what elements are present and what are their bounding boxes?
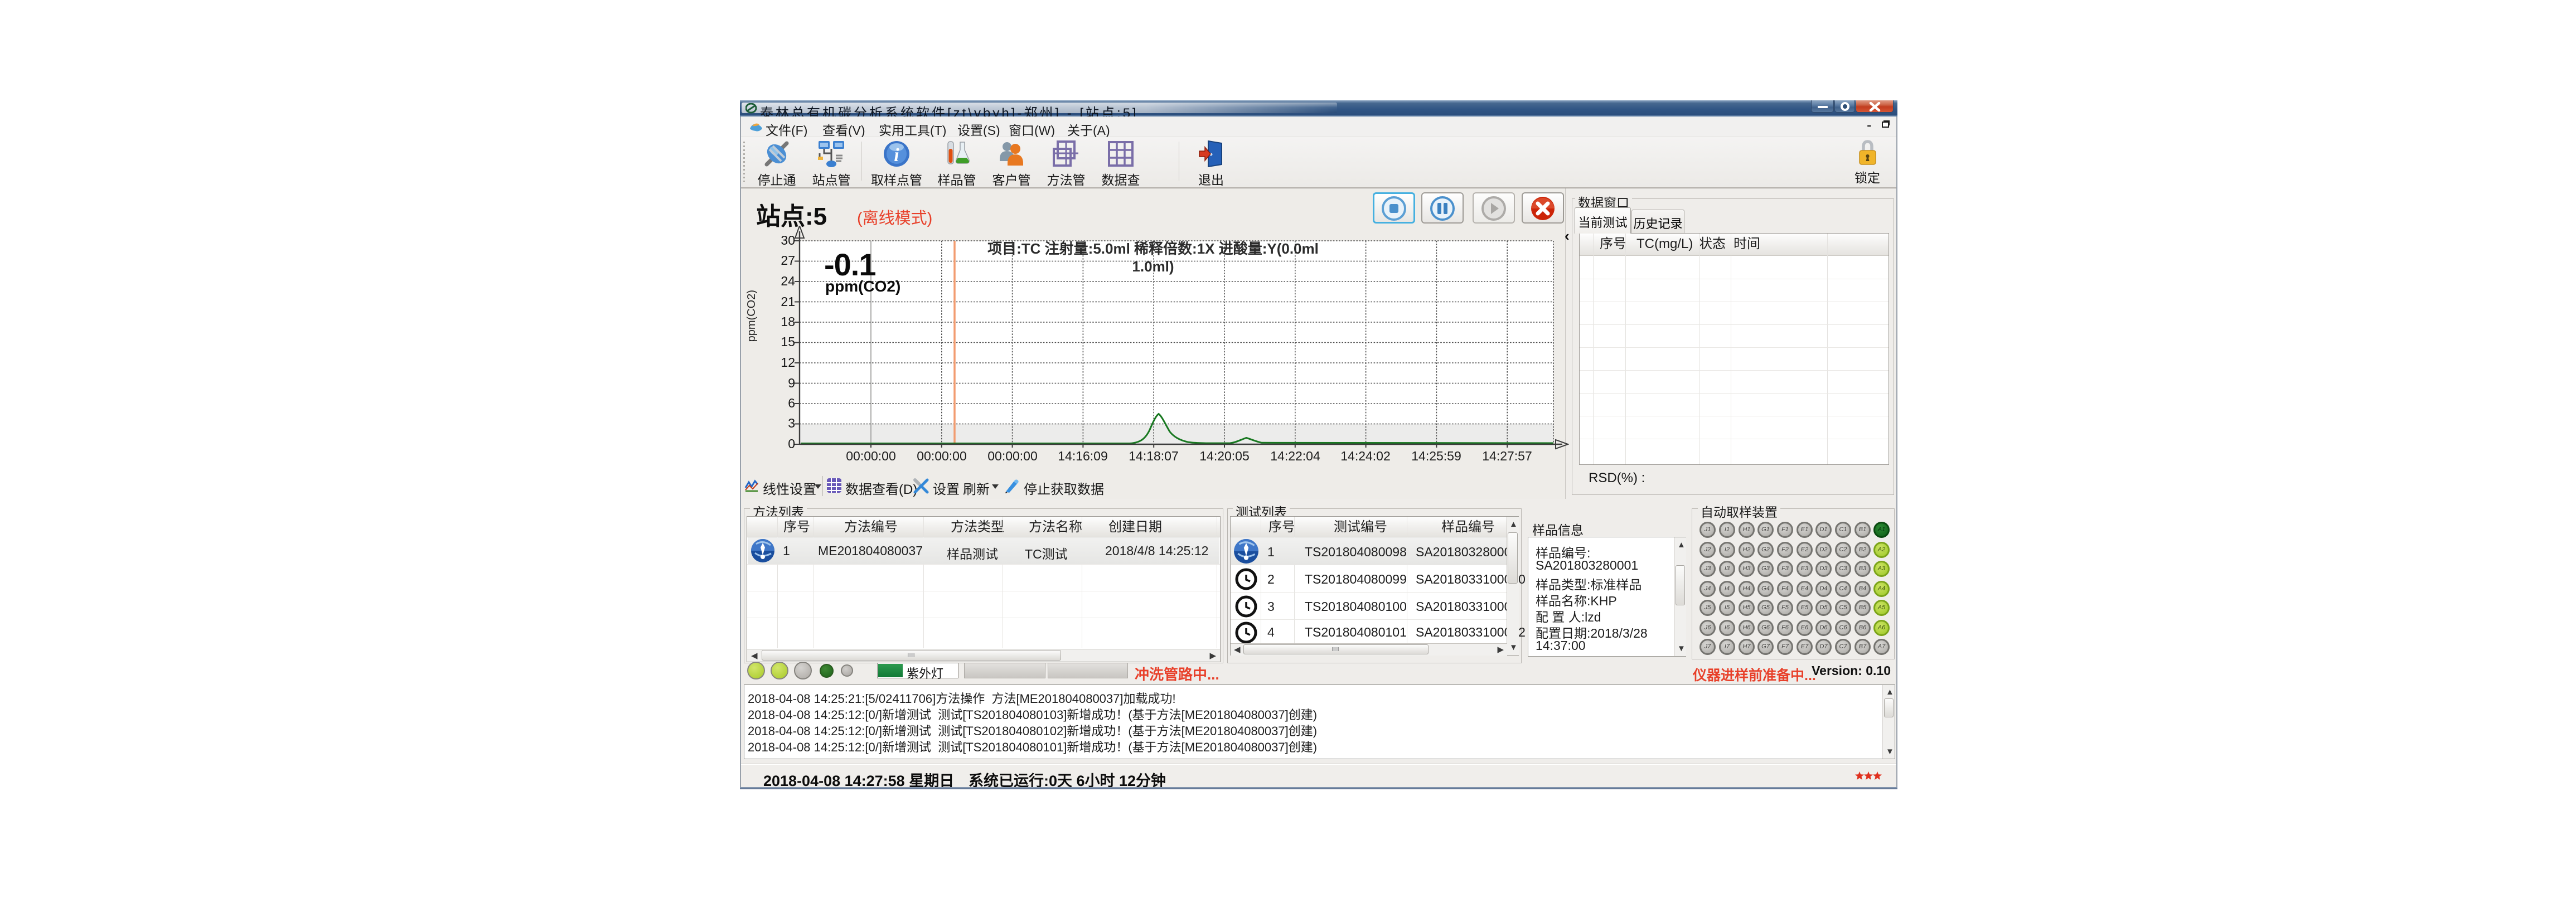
svg-text:i: i xyxy=(894,145,899,166)
